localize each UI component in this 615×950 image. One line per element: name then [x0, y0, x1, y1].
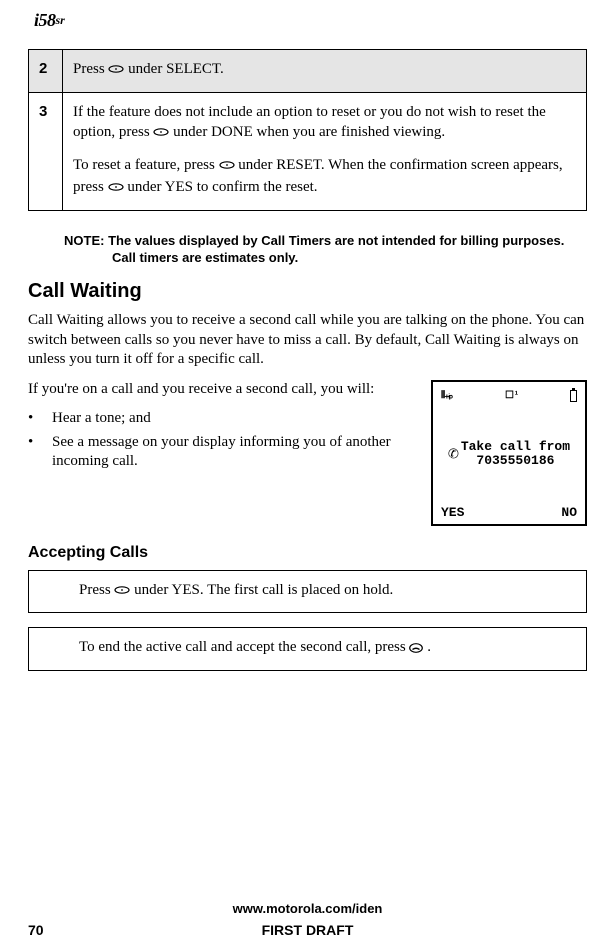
phone-display: ⫴₊ᵢₚ ☐ ¹ ✆ Take call from 7035550186 YES… [431, 380, 587, 526]
take-call-number: 7035550186 [476, 453, 554, 468]
list-item: •See a message on your display informing… [28, 433, 421, 472]
line-icon: ☐ ¹ [505, 390, 517, 401]
section-description: Call Waiting allows you to receive a sec… [28, 311, 587, 370]
two-column: If you're on a call and you receive a se… [28, 380, 587, 526]
text: under YES. The first call is placed on h… [134, 582, 393, 598]
section-heading: Call Waiting [28, 280, 587, 303]
take-call-line1: Take call from [461, 439, 570, 454]
phone-icon: ✆ [448, 443, 459, 465]
logo-suffix: sr [56, 13, 65, 27]
hangup-key-icon [409, 640, 423, 660]
bullet-list: •Hear a tone; and •See a message on your… [28, 409, 421, 472]
text: . [427, 639, 431, 655]
softkey-left-label: YES [441, 505, 464, 520]
text: Press [79, 582, 114, 598]
softkey-icon [108, 180, 124, 200]
page-number: 70 [28, 922, 44, 938]
note: NOTE: The values displayed by Call Timer… [64, 233, 587, 266]
steps-table: 2 Press under SELECT. 3 If the feature d… [28, 49, 587, 211]
text: under DONE when you are finished viewing… [173, 124, 445, 140]
step-row-3: 3 If the feature does not include an opt… [29, 92, 587, 210]
lead-in: If you're on a call and you receive a se… [28, 380, 421, 400]
text: under YES to confirm the reset. [127, 179, 317, 195]
instruction-box-2: To end the active call and accept the se… [28, 627, 587, 671]
list-item: •Hear a tone; and [28, 409, 421, 429]
bullet-text: See a message on your display informing … [52, 433, 421, 472]
note-body: The values displayed by Call Timers are … [108, 233, 564, 265]
logo-model: i58 [34, 10, 56, 30]
footer-url: www.motorola.com/iden [28, 901, 587, 916]
instruction-box-1: Press under YES. The first call is place… [28, 570, 587, 614]
bullet-text: Hear a tone; and [52, 409, 151, 429]
step-body: Press under SELECT. [63, 50, 587, 93]
subheading: Accepting Calls [28, 544, 587, 562]
draft-label: FIRST DRAFT [262, 922, 354, 938]
softkey-icon [153, 125, 169, 145]
text: under SELECT. [128, 61, 224, 77]
softkey-right-label: NO [561, 505, 577, 520]
text: To reset a feature, press [73, 157, 219, 173]
page-footer: www.motorola.com/iden 70 FIRST DRAFT 00 [28, 901, 587, 938]
step-number: 3 [29, 92, 63, 210]
softkey-icon [114, 583, 130, 603]
product-logo: i58sr [28, 10, 587, 31]
softkey-icon [108, 62, 124, 82]
note-label: NOTE: [64, 233, 104, 248]
column-text: If you're on a call and you receive a se… [28, 380, 431, 476]
step-number: 2 [29, 50, 63, 93]
step-body: If the feature does not include an optio… [63, 92, 587, 210]
step-row-2: 2 Press under SELECT. [29, 50, 587, 93]
softkey-icon [219, 158, 235, 178]
battery-icon [570, 390, 577, 402]
text: To end the active call and accept the se… [79, 639, 409, 655]
signal-icon: ⫴₊ᵢₚ [441, 390, 452, 401]
text: Press [73, 61, 108, 77]
